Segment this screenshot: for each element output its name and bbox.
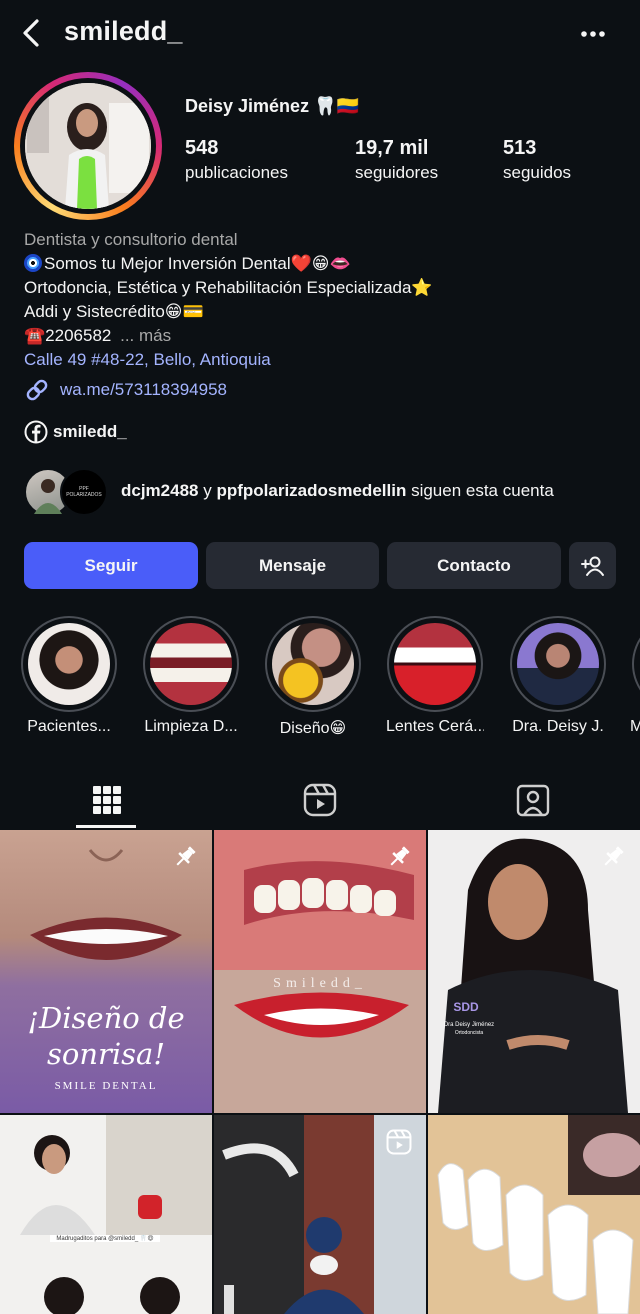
tab-posts-grid[interactable] (0, 772, 213, 828)
post-2-watermark: Smiledd_ (273, 976, 367, 991)
nazar-eye-icon (24, 254, 42, 272)
grid-icon (92, 786, 121, 814)
suggest-people-button[interactable] (569, 542, 616, 589)
post-3-logo: SDD (453, 1000, 479, 1014)
highlight-pacientes[interactable]: Pacientes... (20, 616, 118, 736)
highlight-label: Limpieza D... (144, 718, 238, 735)
active-tab-indicator (76, 825, 136, 828)
contact-button[interactable]: Contacto (387, 542, 561, 589)
mutual-user-1: dcjm2488 (121, 481, 199, 500)
highlight-label: Pacientes... (27, 718, 111, 735)
post-1-title: ¡Diseño de sonrisa! (27, 1001, 185, 1071)
highlight-lentes[interactable]: Lentes Cerá... (386, 616, 484, 736)
post-3-role: Ortodoncista (454, 1030, 484, 1036)
highlight-limpieza[interactable]: Limpieza D... (142, 616, 240, 736)
website-text: wa.me/573118394958 (60, 380, 227, 399)
tab-tagged[interactable] (426, 772, 640, 828)
pinned-icon (604, 846, 624, 866)
back-button[interactable] (14, 14, 48, 52)
link-icon (26, 379, 48, 401)
highlight-dra-deisy[interactable]: Dra. Deisy J. (509, 616, 607, 736)
post-3-name: Dra Deisy Jiménez (443, 1022, 495, 1028)
more-options-button[interactable] (570, 20, 616, 48)
profile-full-name: Deisy Jiménez 🦷🇨🇴 (185, 96, 359, 116)
top-bar: smiledd_ (0, 0, 640, 66)
post-thumbnail-2[interactable]: Smiledd_ (214, 830, 426, 1113)
mutual-follower-avatar-2[interactable]: PPF POLARIZADOS (60, 468, 108, 516)
stat-followers[interactable]: 19,7 mil seguidores (355, 137, 438, 183)
pinned-icon (176, 846, 196, 866)
reel-icon (386, 1129, 412, 1155)
mutual-joiner: y (203, 481, 212, 500)
bio-line-3: Addi y Sistecrédito😁💳 (24, 302, 204, 321)
highlight-thumbnail (28, 623, 110, 705)
facebook-username: smiledd_ (53, 422, 127, 441)
mutual-user-2: ppfpolarizadosmedellin (216, 481, 407, 500)
stat-posts-value: 548 (185, 137, 219, 159)
bio-phone: ☎️2206582 (24, 326, 112, 345)
stat-followers-label: seguidores (355, 163, 439, 182)
avatar-photo (25, 83, 151, 209)
profile-category: Dentista y consultorio dental (24, 230, 238, 249)
facebook-link[interactable]: smiledd_ (24, 420, 127, 444)
stat-posts-label: publicaciones (185, 163, 289, 182)
follow-button[interactable]: Seguir (24, 542, 198, 589)
post-thumbnail-5[interactable] (214, 1115, 426, 1314)
highlight-thumbnail (272, 623, 354, 705)
chevron-left-icon (23, 19, 39, 47)
bio-more-link[interactable]: ... más (120, 326, 171, 345)
bio-line-1: Somos tu Mejor Inversión Dental❤️😁👄 (24, 252, 351, 276)
profile-address-link[interactable]: Calle 49 #48-22, Bello, Antioquia (24, 348, 271, 372)
profile-avatar[interactable] (14, 72, 162, 220)
message-button[interactable]: Mensaje (206, 542, 379, 589)
post-thumbnail-4[interactable]: Madrugaditos para @smiledd_ 🦷😍 (0, 1115, 212, 1314)
reels-icon (303, 783, 336, 817)
facebook-icon (24, 420, 48, 444)
stat-followers-value: 19,7 mil (355, 137, 429, 159)
highlight-thumbnail (150, 623, 232, 705)
bio-text-1: Somos tu Mejor Inversión Dental❤️😁👄 (44, 254, 351, 273)
highlight-diseno[interactable]: Diseño😁 (264, 616, 362, 738)
profile-username: smiledd_ (64, 16, 183, 46)
pinned-icon (390, 846, 410, 866)
tagged-person-icon (516, 784, 550, 817)
post-thumbnail-3[interactable]: SDD Dra Deisy Jiménez Ortodoncista (428, 830, 640, 1113)
followed-by-text[interactable]: dcjm2488 y ppfpolarizadosmedellin siguen… (121, 481, 554, 501)
bio-line-4: ☎️2206582 ... más (24, 324, 171, 348)
mutual-suffix: siguen esta cuenta (411, 481, 554, 500)
stat-following-value: 513 (503, 137, 537, 159)
highlight-label: Diseño😁 (279, 720, 347, 737)
post-thumbnail-6[interactable] (428, 1115, 640, 1314)
tab-reels[interactable] (213, 772, 426, 828)
highlight-label: M (630, 718, 640, 735)
post-4-caption: Madrugaditos para @smiledd_ 🦷😍 (50, 1235, 160, 1242)
post-1-brand: SMILE DENTAL (54, 1080, 158, 1092)
post-thumbnail-1[interactable]: ¡Diseño de sonrisa! SMILE DENTAL (0, 830, 212, 1113)
more-dots-icon (581, 31, 605, 37)
highlight-label: Dra. Deisy J. (512, 718, 604, 735)
highlight-label: Lentes Cerá... (386, 718, 484, 735)
highlight-partial[interactable]: M (630, 616, 640, 736)
avatar-2-logo-text: PPF POLARIZADOS (66, 486, 102, 498)
stat-posts[interactable]: 548 publicaciones (185, 137, 288, 183)
website-link[interactable]: wa.me/573118394958 (24, 377, 227, 403)
highlight-thumbnail (517, 623, 599, 705)
highlight-thumbnail (394, 623, 476, 705)
bio-line-2: Ortodoncia, Estética y Rehabilitación Es… (24, 278, 433, 297)
stat-following[interactable]: 513 seguidos (503, 137, 571, 183)
stat-following-label: seguidos (503, 163, 572, 182)
add-person-icon (580, 556, 604, 576)
